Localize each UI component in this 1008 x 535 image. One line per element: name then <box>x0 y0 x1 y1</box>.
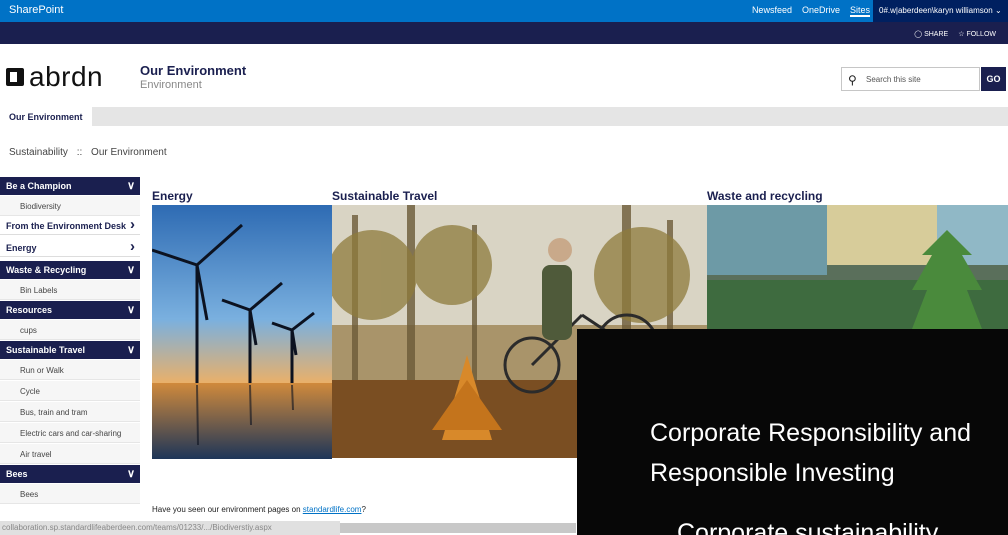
onedrive-link[interactable]: OneDrive <box>802 5 840 17</box>
sidebar-item-label: Bus, train and tram <box>20 408 88 417</box>
sidebar-item-electric-cars-and-car-sharing[interactable]: Electric cars and car-sharing <box>0 423 140 443</box>
promo-prefix: Have you seen our environment pages on <box>152 505 303 514</box>
sidebar-item-air-travel[interactable]: Air travel <box>0 444 140 464</box>
breadcrumb-root[interactable]: Sustainability <box>9 147 68 158</box>
overlay-line-1: Corporate Responsibility and <box>650 419 972 447</box>
sidebar-item-bees[interactable]: Bees ∨ <box>0 465 140 483</box>
overlay-line-3: Corporate sustainability <box>677 519 939 535</box>
chevron-right-icon: › <box>130 238 135 255</box>
sustainable-travel-heading[interactable]: Sustainable Travel <box>332 189 437 203</box>
sidebar-item-label: Waste & Recycling <box>6 265 87 275</box>
sidebar-item-label: Biodiversity <box>20 202 61 211</box>
sidebar-item-label: Run or Walk <box>20 366 64 375</box>
sidebar-item-be-a-champion[interactable]: Be a Champion ∨ <box>0 177 140 195</box>
green-tree-image <box>707 205 1008 329</box>
status-url-bar: collaboration.sp.standardlifeaberdeen.co… <box>0 521 340 535</box>
left-navigation: Be a Champion ∨ Biodiversity From the Envir… <box>0 177 140 535</box>
tab-our-environment[interactable]: Our Environment <box>0 107 92 126</box>
sidebar-item-energy[interactable]: Energy › <box>0 238 140 257</box>
follow-button[interactable]: ☆ FOLLOW <box>958 30 996 38</box>
share-icon: ◯ <box>914 31 925 38</box>
breadcrumb: Sustainability :: Our Environment <box>9 147 167 158</box>
sidebar-item-run-or-walk[interactable]: Run or Walk <box>0 360 140 380</box>
action-bar: ◯ SHARE ☆ FOLLOW <box>0 22 1008 44</box>
site-header: abrdn Our Environment Environment ⚲ Sear… <box>0 44 1008 106</box>
sidebar-item-bus-train-and-tram[interactable]: Bus, train and tram <box>0 402 140 422</box>
chevron-down-icon: ∨ <box>126 344 135 356</box>
user-menu[interactable]: 0#.w|aberdeen\karyn williamson ⌄ <box>873 0 1008 22</box>
sidebar-item-from-the-environment-desk[interactable]: From the Environment Desk › <box>0 216 140 235</box>
overlay-line-2: Responsible Investing <box>650 459 895 487</box>
breadcrumb-current: Our Environment <box>91 147 167 158</box>
logo-text: abrdn <box>29 61 104 92</box>
suite-links: Newsfeed OneDrive Sites <box>752 5 870 17</box>
promo-suffix: ? <box>361 505 366 514</box>
chevron-down-icon: ∨ <box>126 468 135 480</box>
search-icon: ⚲ <box>848 73 857 87</box>
sidebar-item-label: Bees <box>20 490 39 499</box>
sidebar-item-resources[interactable]: Resources ∨ <box>0 301 140 319</box>
sidebar-item-sustainable-travel[interactable]: Sustainable Travel ∨ <box>0 341 140 359</box>
top-navigation: Our Environment <box>0 107 1008 126</box>
abrdn-logo[interactable]: abrdn <box>6 61 103 93</box>
sidebar-item-label: Bees <box>6 469 28 479</box>
horizontal-scrollbar[interactable] <box>340 523 576 533</box>
user-name: 0#.w|aberdeen\karyn williamson <box>879 6 993 15</box>
sidebar-item-bin-labels[interactable]: Bin Labels <box>0 280 140 300</box>
promo-text: Have you seen our environment pages on s… <box>152 505 366 514</box>
sidebar-item-label: Electric cars and car-sharing <box>20 429 122 438</box>
sharepoint-brand-link[interactable]: SharePoint <box>9 4 63 16</box>
logo-mark-icon <box>6 68 24 86</box>
wind-turbines-image <box>152 205 332 459</box>
energy-heading[interactable]: Energy <box>152 189 193 203</box>
sidebar-item-label: Resources <box>6 305 53 315</box>
chevron-down-icon: ∨ <box>126 264 135 276</box>
sidebar-item-label: Bin Labels <box>20 286 58 295</box>
breadcrumb-separator: :: <box>76 147 83 158</box>
share-button[interactable]: ◯ SHARE <box>914 30 948 38</box>
search-input[interactable]: Search this site <box>866 75 921 84</box>
share-label: SHARE <box>924 31 949 38</box>
chevron-down-icon: ⌄ <box>994 6 1002 15</box>
sidebar-item-label: cups <box>20 326 37 335</box>
sidebar-item-label: Be a Champion <box>6 181 72 191</box>
site-subtitle: Environment <box>140 79 202 91</box>
follow-label: FOLLOW <box>966 31 996 38</box>
standardlife-link[interactable]: standardlife.com <box>303 505 362 514</box>
newsfeed-link[interactable]: Newsfeed <box>752 5 792 17</box>
video-overlay[interactable]: Corporate Responsibility and Responsible… <box>577 329 1008 535</box>
sidebar-item-label: Air travel <box>20 450 52 459</box>
energy-image[interactable] <box>152 205 332 459</box>
sidebar-item-bees[interactable]: Bees <box>0 484 140 504</box>
chevron-down-icon: ∨ <box>126 304 135 316</box>
chevron-down-icon: ∨ <box>126 180 135 192</box>
sidebar-item-label: From the Environment Desk <box>6 221 127 231</box>
site-title[interactable]: Our Environment <box>140 63 246 78</box>
sidebar-item-cycle[interactable]: Cycle <box>0 381 140 401</box>
sidebar-item-label: Energy <box>6 243 37 253</box>
sidebar-item-waste-recycling[interactable]: Waste & Recycling ∨ <box>0 261 140 279</box>
search-box[interactable]: ⚲ Search this site <box>841 67 980 91</box>
go-button[interactable]: GO <box>981 67 1006 91</box>
sidebar-item-label: Cycle <box>20 387 41 396</box>
waste-recycling-image[interactable] <box>707 205 1008 329</box>
sites-link[interactable]: Sites <box>849 5 870 17</box>
sidebar-item-biodiversity[interactable]: Biodiversity <box>0 196 140 216</box>
chevron-right-icon: › <box>130 216 135 233</box>
sidebar-item-cups[interactable]: cups <box>0 320 140 340</box>
waste-recycling-heading[interactable]: Waste and recycling <box>707 189 823 203</box>
suite-bar: SharePoint Newsfeed OneDrive Sites 0#.w|… <box>0 0 1008 22</box>
sidebar-item-label: Sustainable Travel <box>6 345 86 355</box>
